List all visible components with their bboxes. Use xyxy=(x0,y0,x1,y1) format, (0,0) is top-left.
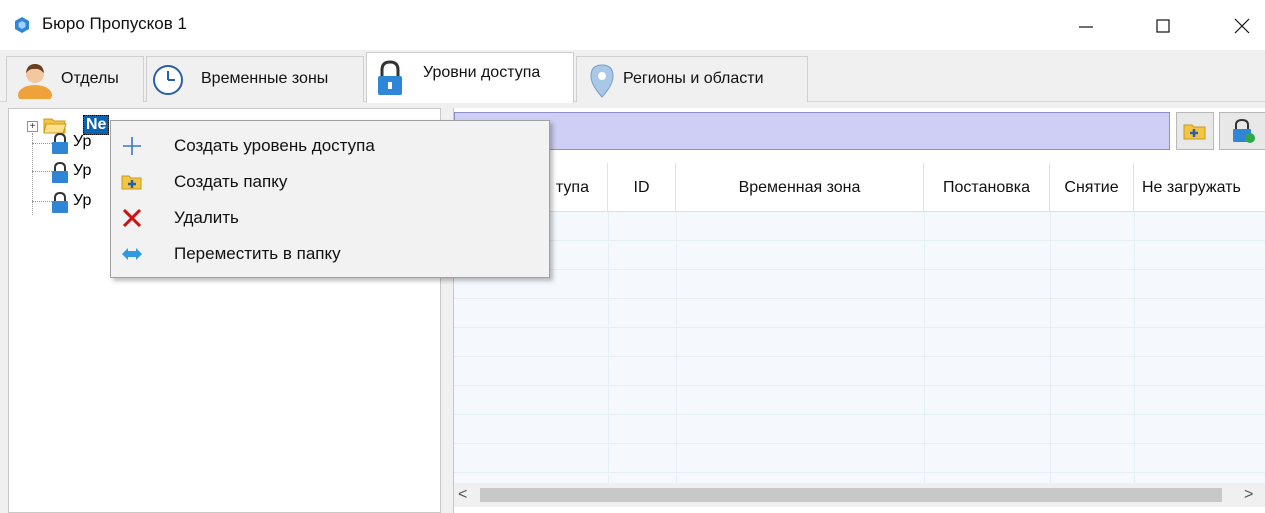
menu-item-move-to-folder[interactable]: Переместить в папку xyxy=(113,235,547,271)
window-title: Бюро Пропусков 1 xyxy=(42,14,187,33)
close-icon xyxy=(1234,18,1250,34)
menu-item-create-access-level[interactable]: Создать уровень доступа xyxy=(113,127,547,163)
tree-connector xyxy=(32,133,33,215)
grid-line xyxy=(1134,212,1135,498)
lock-icon xyxy=(52,192,68,213)
tree-node-label: Ур xyxy=(73,133,92,150)
tab-time-zones-label: Временные зоны xyxy=(201,70,329,87)
table-body xyxy=(454,212,1265,498)
minimize-icon xyxy=(1079,26,1093,28)
maximize-button[interactable] xyxy=(1140,8,1186,44)
access-levels-table[interactable]: тупа ID Временная зона Постановка Снятие… xyxy=(454,163,1265,498)
menu-item-label: Создать уровень доступа xyxy=(174,136,375,155)
tab-regions-label: Регионы и области xyxy=(623,70,764,87)
context-menu: Создать уровень доступа Создать папку Уд… xyxy=(110,120,550,278)
lock-icon xyxy=(52,162,68,183)
create-access-level-button[interactable] xyxy=(1219,112,1265,150)
column-header[interactable]: ID xyxy=(608,163,676,212)
menu-item-label: Переместить в папку xyxy=(174,244,341,263)
table-row[interactable] xyxy=(454,270,1265,299)
grid-line xyxy=(924,212,925,498)
tree-root-label[interactable]: Ne xyxy=(83,115,110,135)
table-row[interactable] xyxy=(454,444,1265,473)
column-header[interactable]: Не загружать xyxy=(1134,163,1265,212)
table-row[interactable] xyxy=(454,241,1265,270)
scroll-right-arrow[interactable]: > xyxy=(1244,486,1262,504)
move-arrows-icon xyxy=(121,243,143,265)
new-folder-icon xyxy=(1183,124,1206,140)
tree-expand-toggle[interactable]: + xyxy=(27,121,38,132)
plus-icon xyxy=(121,135,143,157)
tab-strip: Отделы Временные зоны Уровни доступа Рег… xyxy=(0,50,1265,103)
new-folder-icon xyxy=(121,171,143,193)
title-bar: Бюро Пропусков 1 xyxy=(0,0,1265,50)
tree-node-label: Ур xyxy=(73,192,92,209)
table-row[interactable] xyxy=(454,212,1265,241)
table-row[interactable] xyxy=(454,328,1265,357)
horizontal-scrollbar[interactable]: < > xyxy=(454,483,1265,507)
tab-access-levels-label: Уровни доступа xyxy=(423,64,541,81)
folder-icon xyxy=(43,118,67,134)
detail-toolbar xyxy=(454,112,1170,150)
grid-line xyxy=(1050,212,1051,498)
delete-x-icon xyxy=(121,207,143,229)
lock-icon xyxy=(52,133,68,154)
tab-access-levels[interactable]: Уровни доступа xyxy=(366,52,574,103)
person-icon xyxy=(18,64,52,99)
scroll-thumb[interactable] xyxy=(480,488,1222,502)
lock-add-icon xyxy=(1233,118,1255,143)
menu-item-label: Удалить xyxy=(174,208,239,227)
map-pin-icon xyxy=(590,64,614,98)
menu-item-delete[interactable]: Удалить xyxy=(113,199,547,235)
tab-time-zones[interactable]: Временные зоны xyxy=(146,56,364,102)
tab-regions[interactable]: Регионы и области xyxy=(576,56,808,102)
table-row[interactable] xyxy=(454,386,1265,415)
grid-line xyxy=(608,212,609,498)
table-header: тупа ID Временная зона Постановка Снятие… xyxy=(454,163,1265,212)
scroll-left-arrow[interactable]: < xyxy=(458,486,476,504)
detail-pane: тупа ID Временная зона Постановка Снятие… xyxy=(453,108,1265,513)
table-row[interactable] xyxy=(454,357,1265,386)
minimize-button[interactable] xyxy=(1063,8,1109,44)
column-header[interactable]: Временная зона xyxy=(676,163,924,212)
column-header[interactable]: Постановка xyxy=(924,163,1050,212)
table-row[interactable] xyxy=(454,415,1265,444)
padlock-icon xyxy=(378,60,402,95)
tree-node-label: Ур xyxy=(73,162,92,179)
tab-departments-label: Отделы xyxy=(61,70,119,87)
maximize-icon xyxy=(1156,19,1170,33)
clock-icon xyxy=(153,65,183,95)
grid-line xyxy=(676,212,677,498)
create-folder-button[interactable] xyxy=(1176,112,1214,150)
close-button[interactable] xyxy=(1219,8,1265,44)
tab-departments[interactable]: Отделы xyxy=(6,56,144,102)
menu-item-label: Создать папку xyxy=(174,172,288,191)
table-row[interactable] xyxy=(454,299,1265,328)
column-header[interactable]: Снятие xyxy=(1050,163,1134,212)
app-logo-icon xyxy=(15,17,29,33)
menu-item-create-folder[interactable]: Создать папку xyxy=(113,163,547,199)
